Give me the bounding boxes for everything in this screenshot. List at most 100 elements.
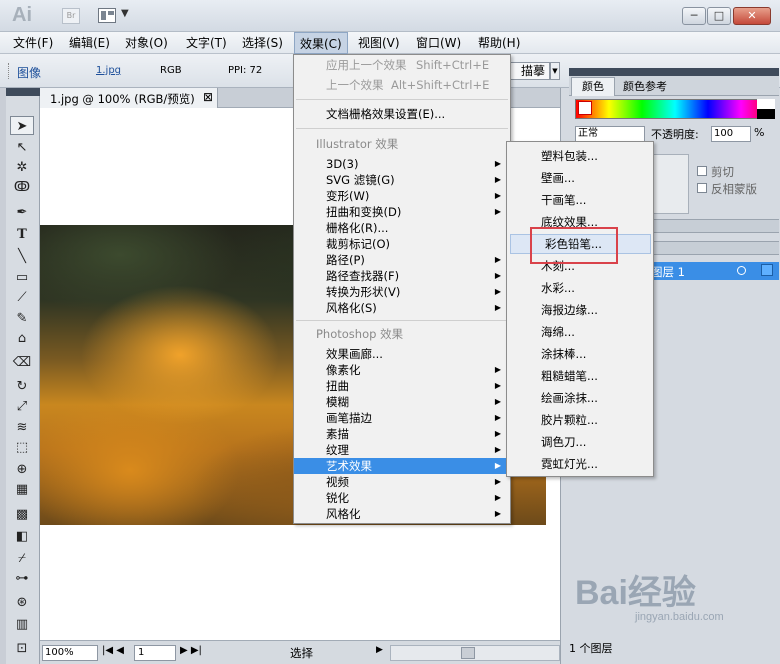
line-tool-icon[interactable]: ╲ [10, 247, 34, 266]
lasso-icon[interactable]: ↂ [10, 178, 34, 197]
clip-checkbox[interactable] [697, 166, 707, 176]
rectangle-tool-icon[interactable]: ▭ [10, 268, 34, 287]
artboard-tool-icon[interactable]: ⊡ [10, 639, 34, 658]
layer-color-swatch[interactable] [761, 264, 773, 276]
selection-tool-icon[interactable]: ➤ [10, 116, 34, 135]
menu-sharpen[interactable]: 锐化 ▶ [294, 490, 510, 506]
menu-path[interactable]: 路径(P) ▶ [294, 252, 510, 268]
pen-tool-icon[interactable]: ✒ [10, 203, 34, 222]
menu-crop-marks[interactable]: 裁剪标记(O) [294, 236, 510, 252]
menu-edit[interactable]: 编辑(E) [64, 32, 115, 54]
menu-object[interactable]: 对象(O) [120, 32, 173, 54]
shape-builder-icon[interactable]: ⊕ [10, 460, 34, 479]
page-field[interactable]: 1 [134, 645, 176, 661]
none-swatch-icon[interactable] [578, 101, 592, 115]
restore-button[interactable]: □ [707, 7, 731, 25]
layer-target-icon[interactable] [737, 266, 746, 275]
tools-panel-header[interactable] [6, 88, 40, 96]
menu-effect-gallery[interactable]: 效果画廊... [294, 346, 510, 362]
menu-stylize-photoshop[interactable]: 风格化 ▶ [294, 506, 510, 522]
black-swatch[interactable] [757, 109, 775, 119]
mask-thumbnail[interactable] [649, 154, 689, 214]
menu-effect[interactable]: 效果(C) [294, 32, 348, 54]
color-spectrum[interactable] [575, 99, 775, 119]
menu-fresco[interactable]: 壁画... [507, 170, 653, 186]
menu-plastic-wrap[interactable]: 塑料包装... [507, 148, 653, 164]
paintbrush-icon[interactable]: ⟋ [10, 288, 34, 307]
menu-view[interactable]: 视图(V) [353, 32, 405, 54]
menu-3d[interactable]: 3D(3) ▶ [294, 156, 510, 172]
menu-window[interactable]: 窗口(W) [411, 32, 466, 54]
menu-warp[interactable]: 变形(W) ▶ [294, 188, 510, 204]
menu-rough-pastels[interactable]: 粗糙蜡笔... [507, 368, 653, 384]
menu-neon-glow[interactable]: 霓虹灯光... [507, 456, 653, 472]
arrange-documents-icon[interactable] [98, 8, 116, 23]
zoom-field[interactable]: 100% [42, 645, 98, 661]
free-transform-icon[interactable]: ⬚ [10, 438, 34, 457]
opacity-input[interactable]: 100 [711, 126, 751, 142]
menu-svg-filters[interactable]: SVG 滤镜(G) ▶ [294, 172, 510, 188]
blend-mode-select[interactable]: 正常 [575, 126, 645, 142]
menu-video[interactable]: 视频 ▶ [294, 474, 510, 490]
trace-button[interactable]: 描摹 [506, 62, 550, 80]
white-swatch[interactable] [757, 99, 775, 109]
type-tool-icon[interactable]: T [10, 225, 34, 244]
menu-raster-effect-settings[interactable]: 文档栅格效果设置(E)... [294, 106, 510, 122]
perspective-grid-icon[interactable]: ▦ [10, 480, 34, 499]
warp-tool-icon[interactable]: ≋ [10, 418, 34, 437]
symbol-sprayer-icon[interactable]: ⊛ [10, 593, 34, 612]
menu-watercolor[interactable]: 水彩... [507, 280, 653, 296]
menu-sponge[interactable]: 海绵... [507, 324, 653, 340]
eraser-icon[interactable]: ⌫ [10, 353, 34, 372]
tab-color-guide[interactable]: 颜色参考 [623, 78, 667, 96]
menu-help[interactable]: 帮助(H) [473, 32, 525, 54]
menu-poster-edges[interactable]: 海报边缘... [507, 302, 653, 318]
chevron-down-icon[interactable]: ▼ [121, 8, 129, 19]
pencil-icon[interactable]: ✎ [10, 309, 34, 328]
linked-file-link[interactable]: 1.jpg [96, 65, 121, 76]
blend-tool-icon[interactable]: ⊶ [10, 569, 34, 588]
menu-artistic[interactable]: 艺术效果 ▶ [294, 458, 510, 474]
menu-type[interactable]: 文字(T) [181, 32, 232, 54]
invert-mask-checkbox[interactable] [697, 183, 707, 193]
rotate-tool-icon[interactable]: ↻ [10, 377, 34, 396]
magic-wand-icon[interactable]: ✲ [10, 158, 34, 177]
scrollbar-thumb[interactable] [461, 647, 475, 659]
menu-distort[interactable]: 扭曲 ▶ [294, 378, 510, 394]
grip-handle[interactable] [8, 63, 11, 79]
menu-pixelate[interactable]: 像素化 ▶ [294, 362, 510, 378]
menu-paint-daubs[interactable]: 绘画涂抹... [507, 390, 653, 406]
document-tab-title[interactable]: 1.jpg @ 100% (RGB/预览) [50, 91, 195, 107]
tab-color[interactable]: 颜色 [571, 77, 615, 96]
menu-select[interactable]: 选择(S) [237, 32, 288, 54]
menu-convert-to-shape[interactable]: 转换为形状(V) ▶ [294, 284, 510, 300]
eyedropper-icon[interactable]: ⌿ [10, 549, 34, 568]
menu-blur[interactable]: 模糊 ▶ [294, 394, 510, 410]
menu-file[interactable]: 文件(F) [8, 32, 58, 54]
menu-smudge-stick[interactable]: 涂抹棒... [507, 346, 653, 362]
menu-palette-knife[interactable]: 调色刀... [507, 434, 653, 450]
menu-apply-last-effect[interactable]: 应用上一个效果 Shift+Ctrl+E [294, 57, 510, 73]
menu-stylize-illustrator[interactable]: 风格化(S) ▶ [294, 300, 510, 316]
menu-brush-strokes[interactable]: 画笔描边 ▶ [294, 410, 510, 426]
status-menu-icon[interactable]: ▶ [376, 645, 383, 655]
graph-tool-icon[interactable]: ▥ [10, 615, 34, 634]
close-tab-icon[interactable]: ⊠ [203, 90, 213, 104]
menu-texture[interactable]: 纹理 ▶ [294, 442, 510, 458]
menu-dry-brush[interactable]: 干画笔... [507, 192, 653, 208]
trace-dropdown-icon[interactable]: ▼ [550, 62, 560, 80]
menu-rasterize[interactable]: 栅格化(R)... [294, 220, 510, 236]
close-button[interactable]: ✕ [733, 7, 771, 25]
minimize-button[interactable]: ─ [682, 7, 706, 25]
color-panel-header[interactable] [569, 68, 779, 76]
menu-sketch[interactable]: 素描 ▶ [294, 426, 510, 442]
menu-pathfinder[interactable]: 路径查找器(F) ▶ [294, 268, 510, 284]
bridge-button[interactable]: Br [62, 8, 80, 24]
horizontal-scrollbar[interactable] [390, 645, 560, 661]
menu-film-grain[interactable]: 胶片颗粒... [507, 412, 653, 428]
direct-selection-tool-icon[interactable]: ↖ [10, 138, 34, 157]
scale-tool-icon[interactable]: ⤢ [10, 397, 34, 416]
menu-last-effect[interactable]: 上一个效果 Alt+Shift+Ctrl+E [294, 77, 510, 93]
gradient-tool-icon[interactable]: ◧ [10, 527, 34, 546]
mesh-tool-icon[interactable]: ▩ [10, 505, 34, 524]
